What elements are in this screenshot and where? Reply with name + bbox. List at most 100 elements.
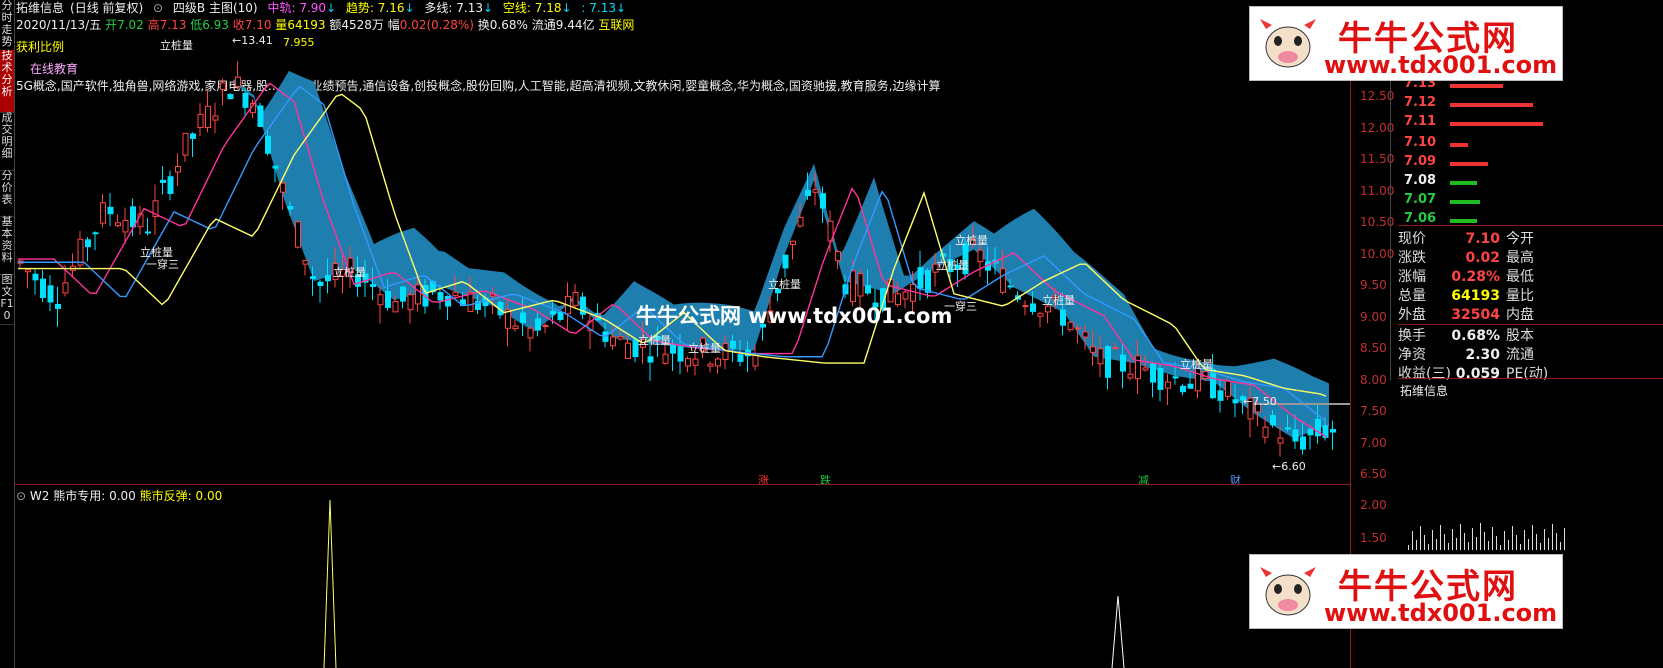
lzl-label: 立桩量 bbox=[1180, 358, 1213, 371]
chuan-label: 一穿三 bbox=[146, 258, 179, 271]
price-tick: 7.00 bbox=[1360, 435, 1387, 450]
moving-averages bbox=[18, 82, 1350, 438]
tab-f10[interactable]: 图文F10 bbox=[0, 274, 14, 325]
quote-row: 净资 2.30 流通 bbox=[1398, 346, 1663, 365]
candle-body bbox=[205, 105, 211, 128]
candle-body bbox=[317, 281, 324, 287]
mini-volume-bar bbox=[1472, 528, 1473, 550]
order-volume-bar bbox=[1450, 162, 1488, 166]
order-volume-bar bbox=[1450, 219, 1477, 223]
candle-body bbox=[437, 292, 444, 301]
tab-intraday[interactable]: 分时走势 bbox=[0, 0, 14, 51]
mini-volume-bar bbox=[1520, 544, 1521, 550]
chevron-down-icon[interactable]: ⊙ bbox=[153, 0, 163, 17]
layout-selector[interactable]: 四级B 主图(10) bbox=[173, 0, 258, 17]
candle-body bbox=[212, 115, 219, 121]
candle-body bbox=[115, 222, 121, 227]
candle-body bbox=[527, 327, 534, 339]
candle-body bbox=[835, 251, 841, 262]
midline-value: 7.90 bbox=[299, 1, 327, 15]
candle-body bbox=[910, 283, 916, 302]
candle-body bbox=[977, 249, 984, 262]
order-price: 7.07 bbox=[1404, 192, 1437, 207]
quote-row: 涨跌 0.02 最高 bbox=[1398, 249, 1663, 268]
mini-volume-bar bbox=[1444, 534, 1445, 550]
candle-body bbox=[1277, 437, 1284, 444]
kline-chart[interactable] bbox=[14, 30, 1350, 486]
quote-value: 2.30 bbox=[1465, 347, 1500, 363]
quote-label: 涨跌 bbox=[1398, 250, 1426, 266]
quote-label2: 量比 bbox=[1506, 288, 1534, 304]
quote-value: 7.10 bbox=[1465, 231, 1500, 247]
candle-body bbox=[902, 291, 909, 300]
cow-logo-icon bbox=[1260, 567, 1316, 616]
trend-label: 趋势: bbox=[345, 1, 374, 15]
mini-volume-bar bbox=[1496, 536, 1497, 550]
quote-value: 64193 bbox=[1451, 288, 1500, 304]
candle-body bbox=[1157, 367, 1164, 390]
price-tick: 8.50 bbox=[1360, 341, 1387, 355]
candle-body bbox=[190, 133, 196, 139]
candle-body bbox=[160, 179, 166, 183]
logo-top: 牛牛公式网 www.tdx001.com bbox=[1249, 6, 1563, 81]
mini-volume-bar bbox=[1528, 539, 1529, 550]
event-tag[interactable]: 涨 bbox=[758, 472, 769, 488]
lzl-label: 立桩量 bbox=[333, 266, 366, 279]
mini-volume-bar bbox=[1536, 534, 1537, 550]
order-price: 7.08 bbox=[1404, 173, 1437, 188]
quote-label2: 流通 bbox=[1506, 347, 1534, 363]
candle-body bbox=[1127, 373, 1134, 379]
mini-volume-bar bbox=[1504, 531, 1505, 550]
adjust-mode[interactable]: (日线 前复权) bbox=[70, 0, 143, 17]
sub-indicator-chart[interactable] bbox=[14, 500, 1350, 668]
candle-body bbox=[175, 165, 181, 173]
candle-body bbox=[100, 202, 106, 224]
mid-marker: ←7.50 bbox=[1243, 395, 1277, 408]
tab-basic-info[interactable]: 基本资料 bbox=[0, 216, 14, 275]
candle-body bbox=[782, 254, 789, 269]
candle-body bbox=[1210, 369, 1216, 399]
order-volume-bar bbox=[1450, 84, 1503, 88]
candle-body bbox=[235, 76, 241, 87]
candle-body bbox=[55, 303, 61, 309]
quote-row: 总量 64193 量比 bbox=[1398, 287, 1663, 306]
quote-label2: 最高 bbox=[1506, 250, 1534, 266]
order-volume-bar bbox=[1450, 181, 1477, 185]
price-tick: 7.50 bbox=[1360, 404, 1387, 418]
candle-body bbox=[1037, 312, 1044, 317]
mini-volume-bar bbox=[1480, 523, 1481, 550]
order-volume-bar bbox=[1450, 143, 1468, 147]
candle-body bbox=[557, 311, 564, 320]
quote-label2: 最低 bbox=[1506, 269, 1534, 285]
mini-volume-bar bbox=[1448, 543, 1449, 550]
event-tag[interactable]: 财 bbox=[1230, 472, 1241, 488]
candle-body bbox=[145, 231, 151, 234]
candle-body bbox=[730, 340, 736, 349]
mini-volume-bar bbox=[1552, 524, 1553, 550]
tab-price-table[interactable]: 分价表 bbox=[0, 170, 14, 217]
event-tag[interactable]: 减 bbox=[1138, 472, 1149, 488]
candle-body bbox=[707, 363, 714, 367]
down-arrow-icon: ↓ bbox=[326, 1, 337, 15]
mini-volume-bar bbox=[1564, 528, 1565, 550]
candle-body bbox=[1232, 399, 1239, 404]
mini-volume-bar bbox=[1556, 533, 1557, 550]
mini-volume-bar bbox=[1540, 543, 1541, 550]
mini-volume-bar bbox=[1532, 525, 1533, 550]
resistance-cloud bbox=[234, 70, 1329, 439]
quote-row: 换手 0.68% 股本 bbox=[1398, 327, 1663, 346]
mini-volume-bar bbox=[1416, 540, 1417, 550]
tab-technical[interactable]: 技术分析 bbox=[0, 50, 14, 113]
candle-body bbox=[182, 132, 189, 156]
down-arrow-icon: ↓ bbox=[404, 1, 415, 15]
candle-body bbox=[1330, 429, 1336, 433]
lzl-label: 立桩量 bbox=[638, 334, 671, 347]
tab-trade-detail[interactable]: 成交明细 bbox=[0, 112, 14, 171]
event-tag[interactable]: 跌 bbox=[820, 472, 831, 488]
candle-body bbox=[1000, 268, 1006, 293]
candle-body bbox=[1135, 355, 1141, 380]
candle-body bbox=[797, 216, 804, 227]
mini-volume-bar bbox=[1560, 542, 1561, 550]
candle-body bbox=[520, 312, 526, 323]
candle-body bbox=[242, 92, 249, 108]
